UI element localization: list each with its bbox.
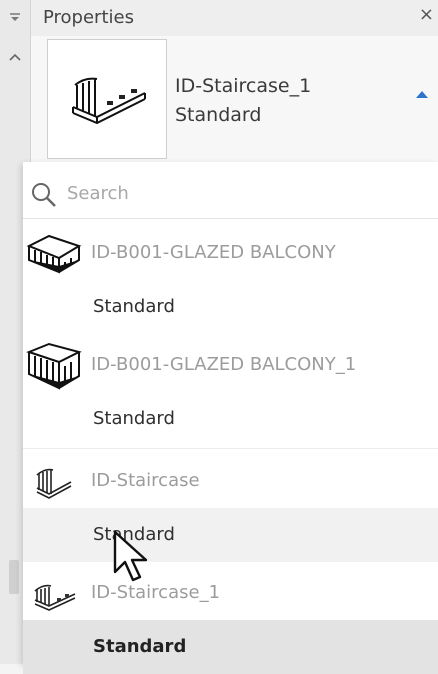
scrollbar-thumb[interactable] (9, 560, 19, 594)
type-preview-thumbnail (47, 39, 167, 159)
list-item[interactable]: Standard (23, 392, 438, 446)
type-label: Standard (93, 296, 175, 317)
panel-title: Properties (43, 7, 134, 28)
chevron-down-icon (10, 13, 20, 21)
search-bar (23, 166, 438, 219)
search-icon (32, 183, 56, 207)
staircase-icon (72, 77, 146, 125)
chevron-up-icon (9, 53, 21, 61)
type-label: Standard (93, 408, 175, 429)
properties-header: Properties × (31, 0, 438, 37)
family-header: ID-Staircase_1 (23, 564, 438, 620)
family-name: ID-B001-GLAZED BALCONY (91, 242, 336, 263)
staircase-icon (34, 584, 76, 611)
family-name: ID-B001-GLAZED BALCONY_1 (91, 354, 357, 375)
family-header: ID-Staircase (23, 452, 438, 508)
dropdown-toggle-arrow[interactable] (416, 91, 428, 98)
mouse-cursor-icon (113, 530, 148, 582)
type-selector[interactable]: ID-Staircase_1 Standard (31, 36, 438, 162)
list-item[interactable]: Standard (23, 280, 438, 334)
search-input[interactable] (65, 178, 429, 208)
type-label: Standard (93, 636, 187, 657)
current-family-name: ID-Staircase_1 (175, 75, 312, 97)
list-item-selected[interactable]: Standard (23, 620, 438, 674)
balcony-icon (26, 234, 82, 274)
scroll-up-button[interactable] (0, 44, 30, 70)
type-dropdown-list: ID-B001-GLAZED BALCONY Standard ID-B001-… (23, 162, 438, 674)
close-button[interactable]: × (419, 4, 434, 25)
family-header: ID-B001-GLAZED BALCONY (23, 224, 438, 280)
current-type-text: ID-Staircase_1 Standard (175, 72, 311, 130)
family-header: ID-B001-GLAZED BALCONY_1 (23, 336, 438, 392)
family-name: ID-Staircase (91, 470, 200, 491)
staircase-icon (36, 468, 72, 499)
family-name: ID-Staircase_1 (91, 582, 221, 603)
panel-menu-button[interactable] (0, 0, 30, 36)
balcony-icon (26, 342, 82, 390)
current-type-name: Standard (175, 104, 262, 126)
list-divider (23, 448, 438, 449)
list-item[interactable]: Standard (23, 508, 438, 562)
